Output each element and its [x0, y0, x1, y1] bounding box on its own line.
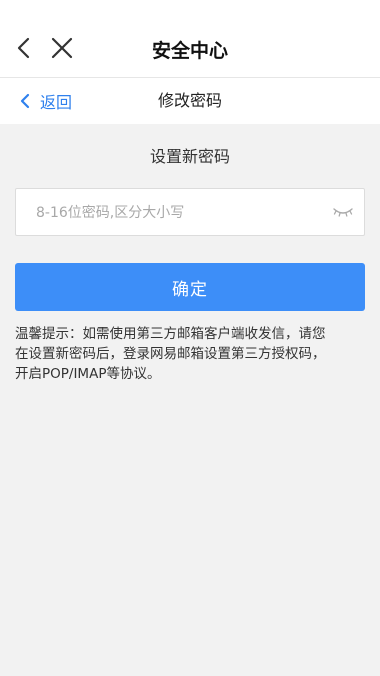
section-title: 设置新密码 [149, 147, 230, 166]
eye-closed-icon[interactable] [332, 204, 354, 220]
page-title: 安全中心 [151, 40, 228, 62]
confirm-button[interactable]: 确定 [15, 263, 365, 311]
new-password-input[interactable] [34, 189, 328, 237]
tip-text: 温馨提示：如需使用第三方邮箱客户端收发信，请您 在设置新密码后，登录网易邮箱设置… [15, 326, 326, 382]
new-password-field[interactable] [15, 188, 365, 237]
sub-header: 返回 修改密码 [0, 78, 380, 124]
top-app-bar: 安全中心 [0, 0, 380, 78]
sub-title: 修改密码 [157, 91, 222, 110]
